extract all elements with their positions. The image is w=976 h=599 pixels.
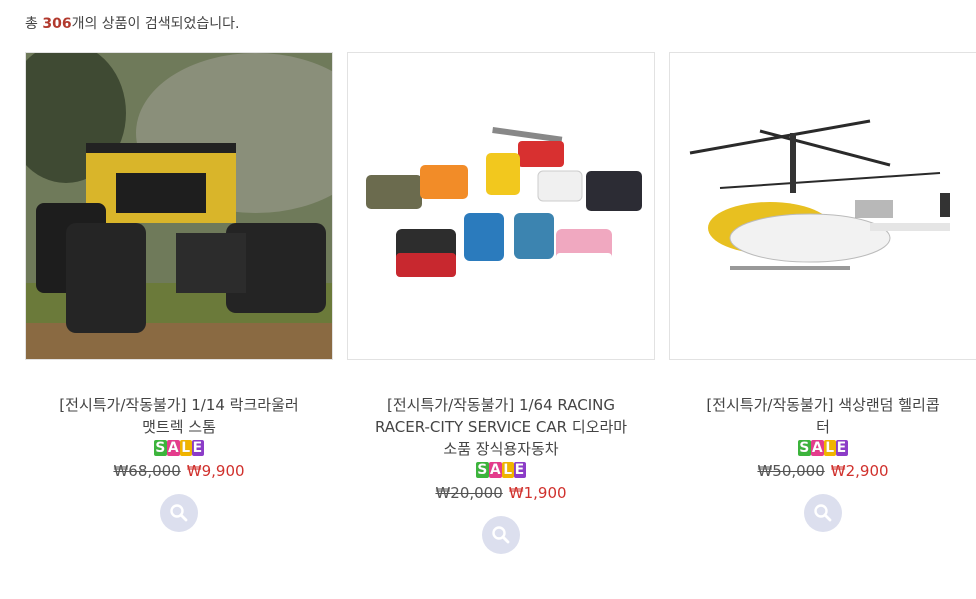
product-title-line: 맷트렉 스톰 <box>142 418 216 436</box>
product-image-helicopter[interactable] <box>669 52 976 360</box>
product-title-line: [전시특가/작동불가] 색상랜덤 헬리콥 <box>706 396 940 414</box>
sale-letter: A <box>810 440 825 456</box>
summary-prefix: 총 <box>25 16 43 32</box>
product-title-line: [전시특가/작동불가] 1/64 RACING <box>387 396 615 414</box>
magnifier-icon <box>170 504 188 522</box>
sale-price: ₩2,900 <box>830 462 889 480</box>
product-title-line: 소품 장식용자동차 <box>443 440 559 458</box>
price-block: ₩68,000 ₩9,900 <box>25 462 333 480</box>
sale-letter: S <box>798 440 811 456</box>
sale-badge: SALE <box>25 440 333 456</box>
search-result-summary: 총 306개의 상품이 검색되었습니다. <box>25 13 240 33</box>
product-image-rc-crawler[interactable] <box>25 52 333 360</box>
result-count: 306 <box>42 16 72 32</box>
sale-badge: SALE <box>669 440 976 456</box>
product-title-line: [전시특가/작동불가] 1/14 락크라울러 <box>59 396 299 414</box>
sale-letter: L <box>824 440 836 456</box>
sale-letter: L <box>502 462 514 478</box>
sale-letter: S <box>154 440 167 456</box>
zoom-button[interactable] <box>804 494 842 532</box>
product-title[interactable]: [전시특가/작동불가] 1/64 RACING RACER-CITY SERVI… <box>347 394 655 460</box>
sale-letter: S <box>476 462 489 478</box>
product-title-line: 터 <box>816 418 830 436</box>
zoom-button[interactable] <box>160 494 198 532</box>
product-title[interactable]: [전시특가/작동불가] 색상랜덤 헬리콥 터 <box>669 394 976 438</box>
product-card[interactable]: [전시특가/작동불가] 색상랜덤 헬리콥 터 SALE ₩50,000 ₩2,90… <box>669 52 976 532</box>
product-title[interactable]: [전시특가/작동불가] 1/14 락크라울러 맷트렉 스톰 <box>25 394 333 438</box>
price-block: ₩50,000 ₩2,900 <box>669 462 976 480</box>
magnifier-icon <box>814 504 832 522</box>
sale-badge: SALE <box>347 462 655 478</box>
original-price: ₩20,000 <box>435 484 503 502</box>
sale-letter: E <box>835 440 848 456</box>
zoom-button[interactable] <box>482 516 520 554</box>
product-card[interactable]: [전시특가/작동불가] 1/14 락크라울러 맷트렉 스톰 SALE ₩68,0… <box>25 52 333 532</box>
product-image-diecast-cars[interactable] <box>347 52 655 360</box>
sale-letter: A <box>488 462 503 478</box>
sale-letter: L <box>180 440 192 456</box>
magnifier-icon <box>492 526 510 544</box>
sale-letter: E <box>513 462 526 478</box>
sale-letter: A <box>166 440 181 456</box>
original-price: ₩68,000 <box>113 462 181 480</box>
sale-letter: E <box>191 440 204 456</box>
sale-price: ₩1,900 <box>508 484 567 502</box>
summary-suffix: 개의 상품이 검색되었습니다. <box>71 16 240 32</box>
sale-price: ₩9,900 <box>186 462 245 480</box>
price-block: ₩20,000 ₩1,900 <box>347 484 655 502</box>
original-price: ₩50,000 <box>757 462 825 480</box>
product-title-line: RACER-CITY SERVICE CAR 디오라마 <box>374 418 628 436</box>
product-card[interactable]: [전시특가/작동불가] 1/64 RACING RACER-CITY SERVI… <box>347 52 655 554</box>
